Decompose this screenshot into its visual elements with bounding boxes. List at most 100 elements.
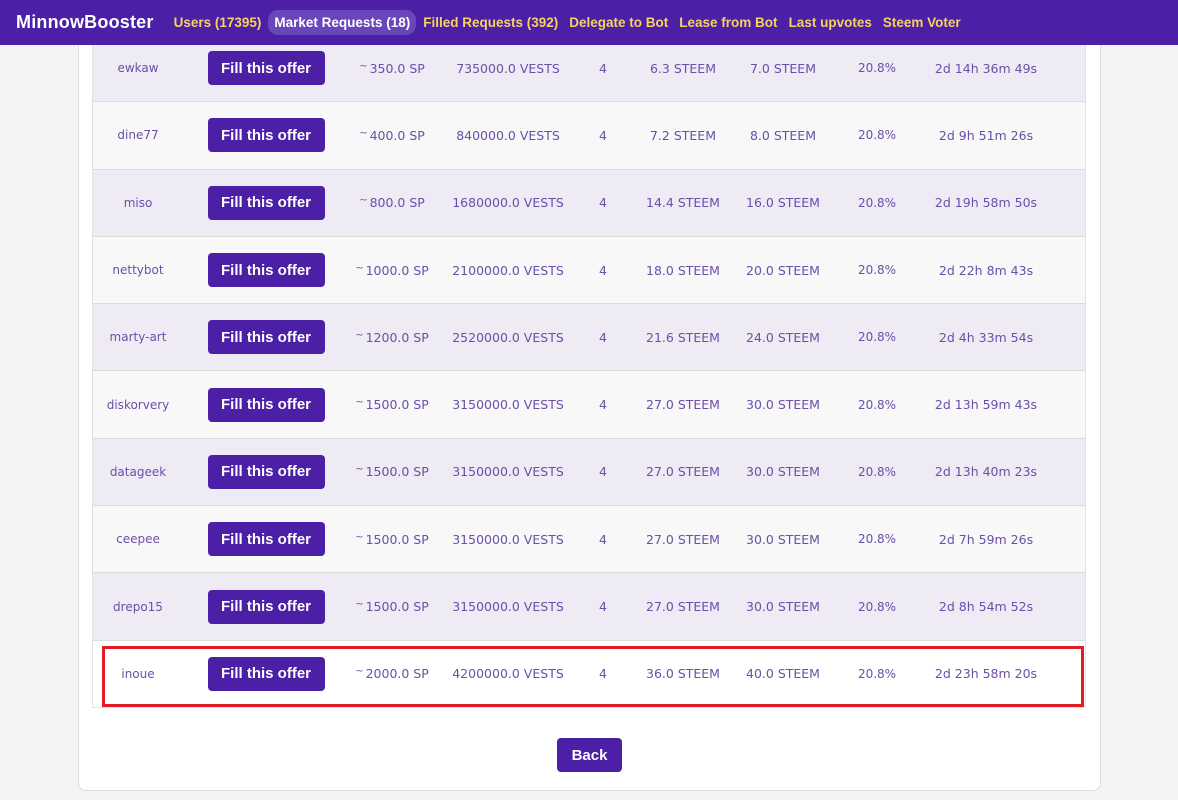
table-row: nettybot Fill this offer ~1000.0 SP 2100000…: [92, 236, 1086, 305]
time-remaining: 2d 19h 58m 50s: [934, 195, 1038, 211]
fill-offer-button[interactable]: Fill this offer: [207, 387, 325, 422]
steem-amount-2: 7.0 STEEM: [749, 60, 816, 76]
apr-percent: 20.8%: [857, 464, 897, 479]
steem-amount-2: 40.0 STEEM: [746, 666, 820, 682]
table-row: ewkaw Fill this offer ~350.0 SP 735000.0 VE…: [92, 35, 1086, 103]
nav-lease-from-bot[interactable]: Lease from Bot: [679, 15, 777, 30]
fill-offer-button[interactable]: Fill this offer: [207, 51, 325, 86]
steem-amount-2: 20.0 STEEM: [746, 262, 820, 278]
steem-amount-1: 14.4 STEEM: [646, 195, 720, 211]
approx-symbol: ~: [359, 195, 368, 207]
time-remaining: 2d 9h 51m 26s: [938, 127, 1034, 143]
duration-weeks: 4: [599, 60, 607, 76]
fill-cell: Fill this offer: [183, 589, 341, 624]
sp-value: 1500.0 SP: [365, 531, 429, 547]
fill-offer-button[interactable]: Fill this offer: [207, 522, 325, 557]
steem-amount-2: 30.0 STEEM: [746, 599, 820, 615]
back-button[interactable]: Back: [557, 738, 622, 772]
fill-offer-button[interactable]: Fill this offer: [207, 589, 325, 624]
approx-symbol: ~: [355, 262, 364, 274]
time-remaining: 2d 22h 8m 43s: [938, 262, 1034, 278]
username[interactable]: datageek: [93, 465, 183, 479]
username[interactable]: inoue: [93, 667, 183, 681]
username[interactable]: marty-art: [93, 330, 183, 344]
username[interactable]: nettybot: [93, 263, 183, 277]
steem-amount-2: 16.0 STEEM: [746, 195, 820, 211]
table-row: miso Fill this offer ~800.0 SP 1680000.0 VE…: [92, 169, 1086, 237]
time-remaining: 2d 4h 33m 54s: [938, 329, 1034, 345]
sp-amount: ~1500.0 SP: [341, 599, 443, 614]
table-row: drepo15 Fill this offer ~1500.0 SP 3150000.…: [92, 573, 1086, 641]
time-remaining: 2d 13h 40m 23s: [934, 464, 1038, 480]
fill-offer-button[interactable]: Fill this offer: [207, 253, 325, 288]
table-row: datageek Fill this offer ~1500.0 SP 3150000…: [92, 438, 1086, 507]
fill-cell: Fill this offer: [183, 185, 341, 220]
sp-amount: ~1000.0 SP: [341, 263, 443, 278]
steem-amount-2: 30.0 STEEM: [746, 464, 820, 480]
vests-amount: 4200000.0 VESTS: [452, 666, 564, 682]
approx-symbol: ~: [359, 127, 368, 139]
time-remaining: 2d 14h 36m 49s: [934, 60, 1038, 76]
apr-percent: 20.8%: [857, 195, 897, 210]
time-remaining: 2d 7h 59m 26s: [938, 531, 1034, 547]
nav-last-upvotes[interactable]: Last upvotes: [789, 15, 872, 30]
steem-amount-1: 6.3 STEEM: [649, 60, 716, 76]
username[interactable]: diskorvery: [93, 398, 183, 412]
duration-weeks: 4: [599, 666, 607, 682]
nav-market-requests[interactable]: Market Requests (18): [268, 10, 417, 35]
sp-value: 2000.0 SP: [365, 666, 429, 682]
sp-value: 1500.0 SP: [365, 397, 429, 413]
time-remaining: 2d 8h 54m 52s: [938, 599, 1034, 615]
vests-amount: 3150000.0 VESTS: [452, 599, 564, 615]
duration-weeks: 4: [599, 329, 607, 345]
fill-offer-button[interactable]: Fill this offer: [207, 185, 325, 220]
sp-value: 1500.0 SP: [365, 599, 429, 615]
nav-filled-requests[interactable]: Filled Requests (392): [423, 15, 558, 30]
nav-users[interactable]: Users (17395): [174, 15, 262, 30]
username[interactable]: dine77: [93, 128, 183, 142]
username[interactable]: ewkaw: [93, 61, 183, 75]
sp-value: 800.0 SP: [369, 195, 425, 211]
sp-amount: ~800.0 SP: [341, 195, 443, 210]
fill-cell: Fill this offer: [183, 253, 341, 288]
time-remaining: 2d 13h 59m 43s: [934, 397, 1038, 413]
sp-value: 350.0 SP: [369, 60, 425, 76]
brand-logo[interactable]: MinnowBooster: [16, 12, 154, 33]
sp-value: 1200.0 SP: [365, 329, 429, 345]
sp-value: 400.0 SP: [369, 127, 425, 143]
fill-offer-button[interactable]: Fill this offer: [207, 118, 325, 153]
steem-amount-2: 24.0 STEEM: [746, 329, 820, 345]
vests-amount: 3150000.0 VESTS: [452, 531, 564, 547]
sp-amount: ~1500.0 SP: [341, 397, 443, 412]
approx-symbol: ~: [355, 464, 364, 476]
sp-amount: ~2000.0 SP: [341, 666, 443, 681]
apr-percent: 20.8%: [857, 128, 897, 143]
approx-symbol: ~: [359, 60, 368, 72]
username[interactable]: drepo15: [93, 600, 183, 614]
fill-offer-button[interactable]: Fill this offer: [207, 656, 325, 691]
sp-amount: ~400.0 SP: [341, 128, 443, 143]
approx-symbol: ~: [355, 397, 364, 409]
vests-amount: 2100000.0 VESTS: [452, 262, 564, 278]
fill-cell: Fill this offer: [183, 656, 341, 691]
apr-percent: 20.8%: [857, 599, 897, 614]
username[interactable]: miso: [93, 196, 183, 210]
apr-percent: 20.8%: [857, 263, 897, 278]
apr-percent: 20.8%: [857, 61, 897, 76]
duration-weeks: 4: [599, 531, 607, 547]
duration-weeks: 4: [599, 599, 607, 615]
steem-amount-1: 27.0 STEEM: [646, 464, 720, 480]
navbar: MinnowBooster Users (17395) Market Reque…: [0, 0, 1178, 45]
steem-amount-1: 18.0 STEEM: [646, 262, 720, 278]
vests-amount: 840000.0 VESTS: [456, 127, 560, 143]
steem-amount-2: 30.0 STEEM: [746, 531, 820, 547]
username[interactable]: ceepee: [93, 532, 183, 546]
sp-value: 1000.0 SP: [365, 262, 429, 278]
sp-amount: ~1500.0 SP: [341, 464, 443, 479]
duration-weeks: 4: [599, 464, 607, 480]
nav-steem-voter[interactable]: Steem Voter: [883, 15, 961, 30]
nav-delegate-to-bot[interactable]: Delegate to Bot: [569, 15, 668, 30]
fill-cell: Fill this offer: [183, 387, 341, 422]
fill-offer-button[interactable]: Fill this offer: [207, 320, 325, 355]
fill-offer-button[interactable]: Fill this offer: [207, 454, 325, 489]
